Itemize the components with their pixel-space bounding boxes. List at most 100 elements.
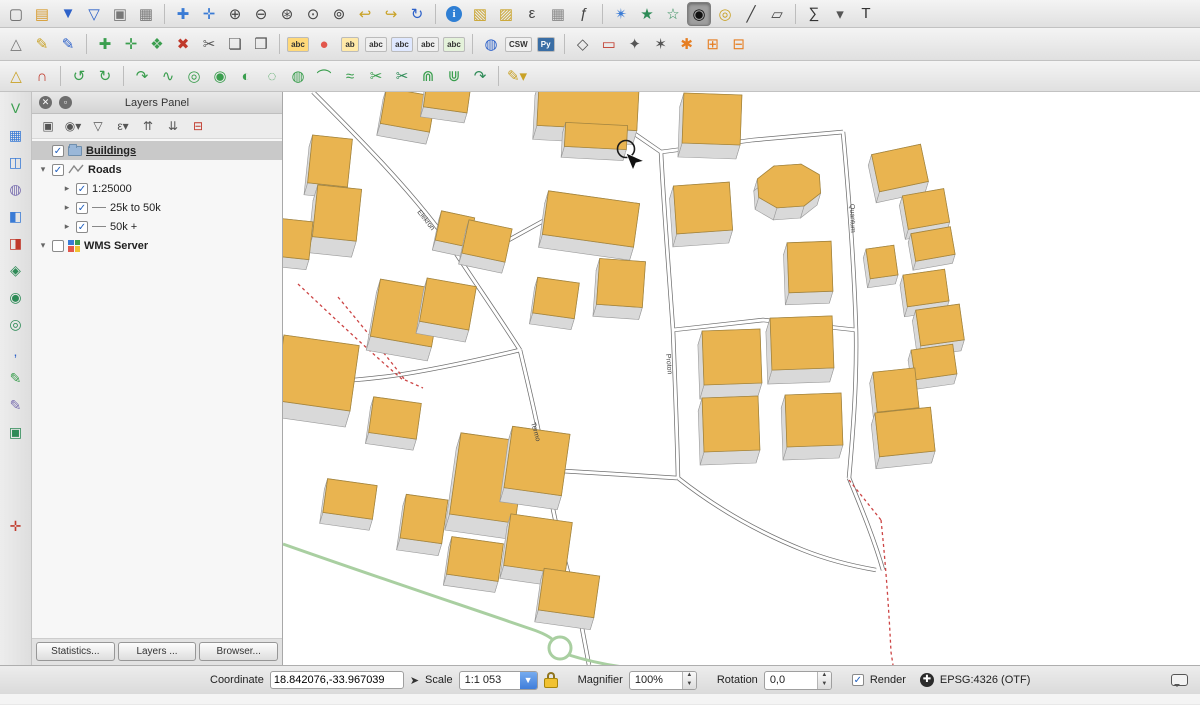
zoom-next-icon[interactable]: ↪	[379, 2, 403, 26]
layer-item-25k-to-50k[interactable]: ▸✓25k to 50k	[32, 198, 282, 217]
zoom-to-selection-icon[interactable]: ⊙	[301, 2, 325, 26]
current-edits-icon[interactable]: ✎▾	[505, 64, 529, 88]
select-radius-icon[interactable]: ◎	[713, 2, 737, 26]
measure-dropdown-icon[interactable]: ▾	[828, 2, 852, 26]
grid-tools-icon[interactable]: ⊟	[727, 32, 751, 56]
layer-item-50k[interactable]: ▸✓50k +	[32, 217, 282, 236]
map-canvas[interactable]: ElekronQuantumProtonTermo	[283, 92, 1200, 665]
layer-item-wms-server[interactable]: ▾WMS Server	[32, 236, 282, 255]
scale-lock-icon[interactable]	[544, 671, 558, 689]
new-bookmark-icon[interactable]: ★	[635, 2, 659, 26]
expander-icon[interactable]: ▸	[62, 202, 72, 213]
new-geopackage-layer-icon[interactable]: ▣	[4, 420, 28, 444]
magnifier-spinner[interactable]: 100% ▲▼	[629, 671, 697, 690]
composer-manager-icon[interactable]: ▦	[134, 2, 158, 26]
highlight-pinned-labels-icon[interactable]: abc	[364, 32, 388, 56]
visibility-checkbox[interactable]: ✓	[52, 164, 64, 176]
collapse-all-icon[interactable]: ⇊	[163, 116, 183, 136]
zoom-out-icon[interactable]: ⊖	[249, 2, 273, 26]
crs-status[interactable]: EPSG:4326 (OTF)	[940, 674, 1030, 686]
add-wfs-layer-icon[interactable]: ◎	[4, 312, 28, 336]
stepper-icons[interactable]: ▲▼	[817, 671, 831, 689]
topology-checker-icon[interactable]: ▭	[597, 32, 621, 56]
add-part-icon[interactable]: ◉	[208, 64, 232, 88]
delete-ring-icon[interactable]: ◌	[260, 64, 284, 88]
metasearch-icon[interactable]: ◍	[479, 32, 503, 56]
labeling-icon[interactable]: abc	[286, 32, 310, 56]
new-print-composer-icon[interactable]: ▣	[108, 2, 132, 26]
raster-tools-icon[interactable]: ⊞	[701, 32, 725, 56]
fill-ring-icon[interactable]: ◐	[234, 64, 258, 88]
add-vector-layer-icon[interactable]: V	[4, 96, 28, 120]
identify-features-icon[interactable]: i	[442, 2, 466, 26]
statistical-summary-icon[interactable]: ∑	[802, 2, 826, 26]
render-checkbox[interactable]: ✓	[852, 674, 864, 686]
add-group-icon[interactable]: ▣	[38, 116, 58, 136]
coordinate-input[interactable]	[270, 671, 404, 689]
zoom-last-icon[interactable]: ↩	[353, 2, 377, 26]
refresh-map-icon[interactable]: ↻	[405, 2, 429, 26]
new-project-icon[interactable]: ▢	[4, 2, 28, 26]
add-mssql-layer-icon[interactable]: ◧	[4, 204, 28, 228]
layer-item-roads[interactable]: ▾✓Roads	[32, 160, 282, 179]
mouse-position-icon[interactable]: ➤	[410, 674, 419, 687]
snapping-options-icon[interactable]: ∩	[30, 64, 54, 88]
add-ring-icon[interactable]: ◎	[182, 64, 206, 88]
open-project-icon[interactable]: ▤	[30, 2, 54, 26]
expander-icon[interactable]: ▾	[38, 240, 48, 251]
save-project-as-icon[interactable]: ▽	[82, 2, 106, 26]
rotate-point-symbols-icon[interactable]: ↷	[468, 64, 492, 88]
change-label-icon[interactable]: abc	[442, 32, 466, 56]
label-pin-icon[interactable]: ab	[338, 32, 362, 56]
csw-icon[interactable]: CSW	[505, 32, 532, 56]
pan-to-selection-icon[interactable]: ✛	[197, 2, 221, 26]
expand-all-icon[interactable]: ⇈	[138, 116, 158, 136]
offset-curve-icon[interactable]: ≈	[338, 64, 362, 88]
processing-model-icon[interactable]: ✱	[675, 32, 699, 56]
toggle-editing-icon[interactable]: ✎	[30, 32, 54, 56]
add-spatialite-layer-icon[interactable]: ◍	[4, 177, 28, 201]
rotation-spinner[interactable]: 0,0 ▲▼	[764, 671, 832, 690]
geometry-checker-icon[interactable]: ◇	[571, 32, 595, 56]
zoom-full-icon[interactable]: ⊛	[275, 2, 299, 26]
georeferencer-icon[interactable]: ✶	[649, 32, 673, 56]
text-annotation-icon[interactable]: T	[854, 2, 878, 26]
add-wcs-layer-icon[interactable]: ◉	[4, 285, 28, 309]
chevron-down-icon[interactable]: ▼	[520, 671, 537, 690]
filter-legend-icon[interactable]: ▽	[88, 116, 108, 136]
measure-area-icon[interactable]: ▱	[765, 2, 789, 26]
spatial-query-icon[interactable]: ✦	[623, 32, 647, 56]
expander-icon[interactable]: ▸	[62, 221, 72, 232]
add-wms-layer-icon[interactable]: ◈	[4, 258, 28, 282]
show-bookmarks-icon[interactable]: ☆	[661, 2, 685, 26]
add-oracle-layer-icon[interactable]: ◨	[4, 231, 28, 255]
zoom-to-layer-icon[interactable]: ⊚	[327, 2, 351, 26]
reshape-features-icon[interactable]: ⌒	[312, 64, 336, 88]
scale-combo[interactable]: 1:1 053 ▼	[459, 671, 538, 690]
add-delimited-text-layer-icon[interactable]: ,	[4, 339, 28, 363]
new-spatialite-layer-icon[interactable]: ✎	[4, 393, 28, 417]
move-feature-icon[interactable]: ✛	[119, 32, 143, 56]
visibility-checkbox[interactable]: ✓	[76, 183, 88, 195]
map-center-crosshair-icon[interactable]: ✛	[4, 514, 28, 538]
save-layer-edits-icon[interactable]: ✎	[56, 32, 80, 56]
select-by-expression-icon[interactable]: ε	[520, 2, 544, 26]
move-label-icon[interactable]: abc	[390, 32, 414, 56]
crs-globe-icon[interactable]: ✚	[920, 673, 934, 687]
remove-layer-icon[interactable]: ⊟	[188, 116, 208, 136]
node-tool-icon[interactable]: ❖	[145, 32, 169, 56]
advanced-digitizing-toggle-icon[interactable]: △	[4, 64, 28, 88]
paste-features-icon[interactable]: ❒	[249, 32, 273, 56]
split-features-icon[interactable]: ✂	[364, 64, 388, 88]
visibility-checkbox[interactable]	[52, 240, 64, 252]
tab-statistics[interactable]: Statistics...	[36, 642, 115, 661]
stepper-icons[interactable]: ▲▼	[682, 671, 696, 689]
cad-tools-icon[interactable]: △	[4, 32, 28, 56]
map-tips-icon[interactable]: ✴	[609, 2, 633, 26]
merge-attributes-icon[interactable]: ⋓	[442, 64, 466, 88]
add-raster-layer-icon[interactable]: ▦	[4, 123, 28, 147]
visibility-checkbox[interactable]: ✓	[76, 221, 88, 233]
redo-edits-icon[interactable]: ↻	[93, 64, 117, 88]
simplify-feature-icon[interactable]: ∿	[156, 64, 180, 88]
tab-browser[interactable]: Browser...	[199, 642, 278, 661]
